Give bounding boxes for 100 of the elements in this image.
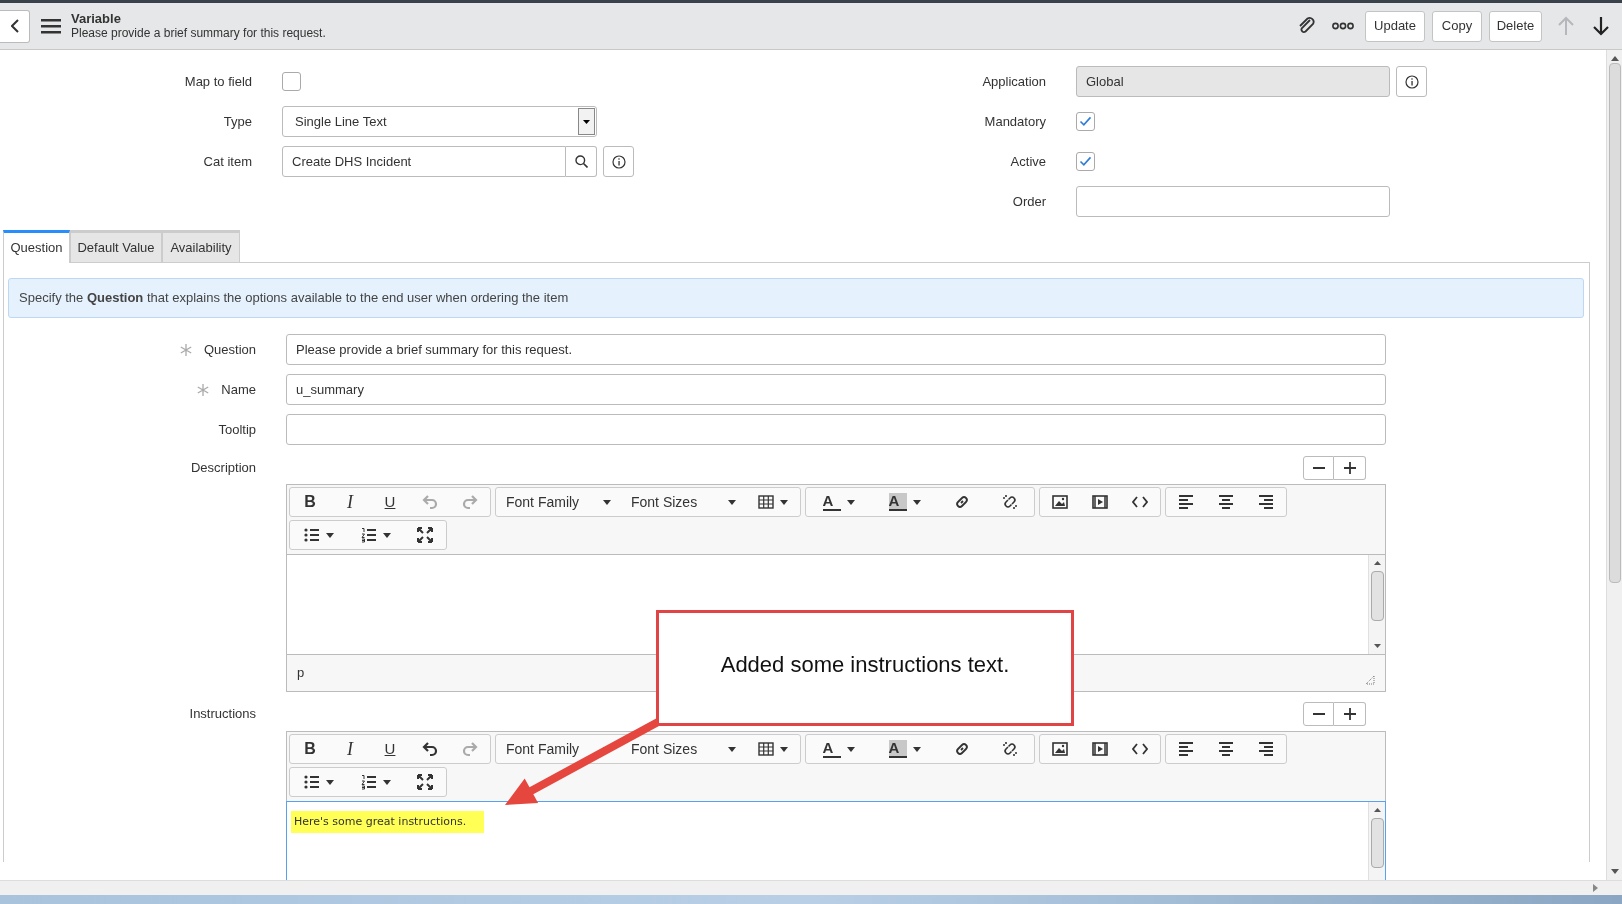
editor-content[interactable]: Here's some great instructions. [286,801,1386,880]
scrollbar[interactable] [1606,50,1622,880]
background-color-button[interactable]: A [872,488,938,516]
caret-icon [382,779,391,785]
search-button[interactable] [566,146,597,177]
scroll-thumb[interactable] [1370,818,1384,868]
bold-button[interactable]: B [290,488,330,516]
tab[interactable]: Availability [162,230,240,263]
more-icon [1332,22,1354,30]
code-icon [1132,494,1148,510]
scroll-thumb[interactable] [1370,571,1384,621]
highlighted-text: Here's some great instructions. [291,811,485,833]
dropdown-button[interactable]: Font Sizes [621,735,746,763]
chevron-left-icon [10,19,19,33]
tab[interactable]: Default Value [70,230,162,263]
numbered-list-icon [360,774,377,790]
scroll-up-icon[interactable] [1610,56,1619,61]
field-label: Application [981,72,1046,91]
table-icon [758,494,774,510]
redo-icon [462,494,478,510]
menu-button[interactable] [40,16,62,36]
collapse-button[interactable] [1303,456,1334,480]
align-center-icon [1218,494,1234,510]
input-field[interactable]: Create DHS Incident [282,146,566,177]
arrow-down-icon [1592,16,1610,36]
code-icon [1132,741,1148,757]
checkbox[interactable] [282,72,301,91]
tab[interactable]: Question [3,230,70,263]
info-button[interactable] [1396,66,1427,97]
form-subtitle: Please provide a brief summary for this request. [71,26,326,40]
info-button[interactable] [603,146,634,177]
input-field[interactable] [1076,186,1390,217]
caret-icon [382,532,391,538]
input-field[interactable]: Please provide a brief summary for this request. [286,334,1386,365]
image-icon [1052,494,1068,510]
scroll-up-icon[interactable] [1373,808,1381,812]
caret-icon [847,746,856,752]
media-icon [1092,494,1108,510]
toolbar-button[interactable]: Update [1365,10,1425,42]
unlink-icon [1002,494,1018,510]
caret-icon [603,499,611,505]
toolbar-button[interactable]: Copy [1432,10,1482,42]
checkbox[interactable] [1076,152,1095,171]
caret-icon [325,532,334,538]
field-label: Question [203,340,256,359]
align-center-icon [1218,741,1234,757]
scrollbar[interactable] [1368,555,1385,654]
field-label: Order [1011,192,1046,211]
undo-icon [422,741,438,757]
field-label: Active [1009,152,1046,171]
expand-button[interactable] [1334,456,1366,480]
info-icon [611,154,626,169]
element-path: p [297,664,305,683]
checkbox[interactable] [1076,112,1095,131]
caret-icon [780,746,788,752]
input-field[interactable] [286,414,1386,445]
unlink-icon [1002,741,1018,757]
checkmark-icon [1078,114,1093,129]
checkmark-icon [1078,154,1093,169]
bold-button[interactable]: B [290,735,330,763]
input-field[interactable]: u_summary [286,374,1386,405]
form-title: Variable [71,12,122,26]
resize-handle-icon[interactable] [1365,675,1375,685]
scroll-thumb[interactable] [1608,63,1621,583]
horizontal-scrollbar[interactable] [0,880,1622,895]
field-label: Description [189,459,256,478]
field-label: Instructions [188,705,256,724]
italic-button[interactable]: I [330,735,370,763]
background-color-button[interactable]: A [872,735,938,763]
next-button[interactable] [1590,14,1612,38]
select-field[interactable]: Single Line Text [282,106,597,137]
toolbar-button[interactable]: Delete [1489,10,1542,42]
info-message: Specify the Question that explains the options available to the end user when ordering the item [19,289,569,308]
expand-button[interactable] [1334,702,1366,726]
dropdown-button[interactable]: Font Family [496,488,621,516]
scroll-down-icon[interactable] [1610,869,1619,874]
redo-icon [462,741,478,757]
caret-icon [728,499,736,505]
field-label: Type [222,112,252,131]
caret-icon [913,746,922,752]
dropdown-button[interactable]: Font Sizes [621,488,746,516]
text-color-button[interactable]: A [806,735,872,763]
align-right-icon [1258,494,1274,510]
back-button[interactable] [0,9,30,43]
underline-button[interactable]: U [370,735,410,763]
caret-icon [847,499,856,505]
italic-button[interactable]: I [330,488,370,516]
caret-icon [780,499,788,505]
link-icon [954,741,970,757]
bullet-list-icon [303,527,320,543]
underline-button[interactable]: U [370,488,410,516]
field-label: Tooltip [218,420,256,439]
collapse-button[interactable] [1303,702,1334,726]
plus-icon [1343,462,1356,474]
scroll-down-icon[interactable] [1373,644,1381,648]
scroll-right-icon[interactable] [1593,884,1598,892]
text-color-button[interactable]: A [806,488,872,516]
link-icon [954,494,970,510]
scroll-up-icon[interactable] [1373,561,1381,565]
caret-icon [325,779,334,785]
